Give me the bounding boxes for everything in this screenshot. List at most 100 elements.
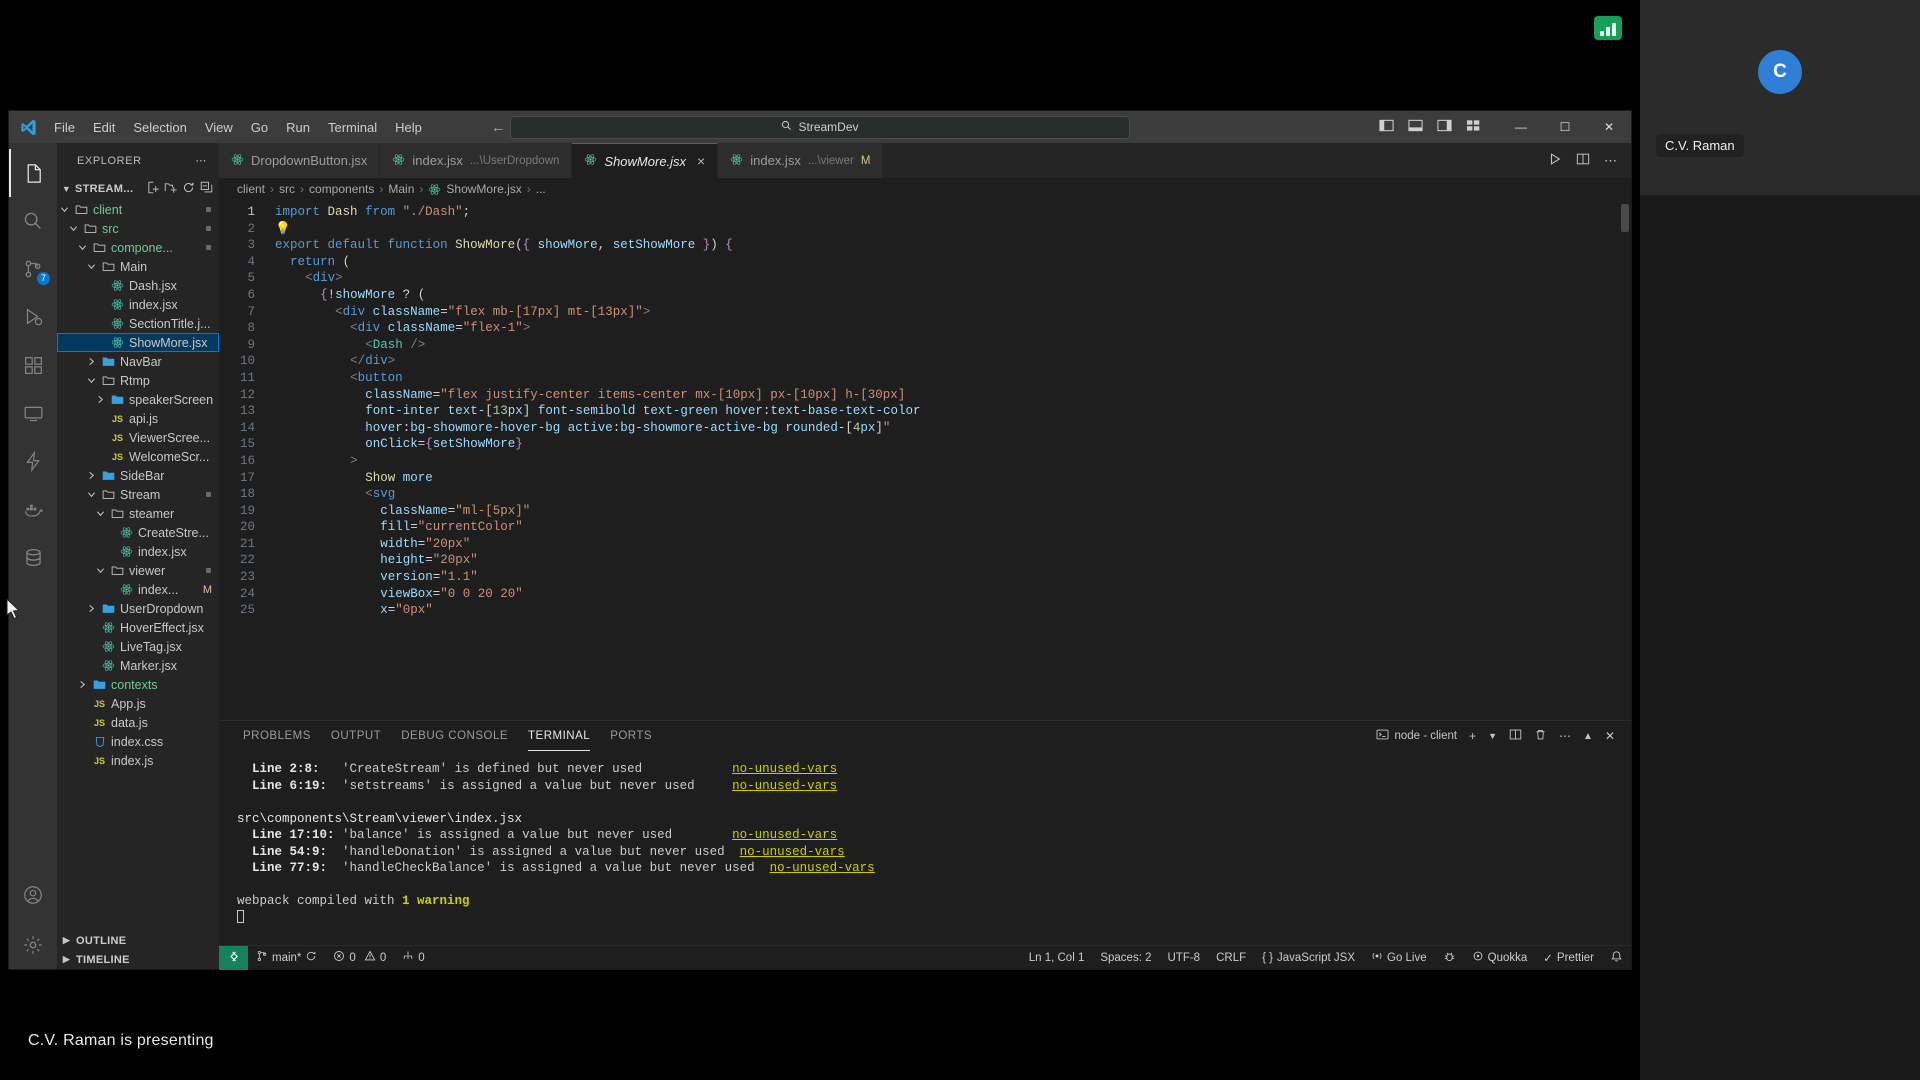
code-line[interactable]: className="flex justify-center items-cen… [275,387,1631,404]
panel-tab-ports[interactable]: PORTS [610,721,652,751]
activitybar-settings[interactable] [9,921,57,969]
close-panel-icon[interactable]: ✕ [1605,729,1615,743]
split-terminal-icon[interactable] [1509,728,1522,744]
maximize-panel-icon[interactable]: ▲ [1583,731,1593,742]
panel-tab-output[interactable]: OUTPUT [331,721,381,751]
tree-item-sidebar[interactable]: SideBar [57,466,219,485]
tree-item-dash-jsx[interactable]: Dash.jsx [57,276,219,295]
collapse-all-icon[interactable] [200,181,213,197]
tree-item-contexts[interactable]: contexts [57,675,219,694]
tree-item-navbar[interactable]: NavBar [57,352,219,371]
tree-item-viewerscree[interactable]: JS ViewerScree... [57,428,219,447]
code-content[interactable]: import Dash from "./Dash"; 💡 export defaul… [265,200,1631,720]
menu-view[interactable]: View [196,117,242,138]
panel-tabs[interactable]: PROBLEMS OUTPUT DEBUG CONSOLE TERMINAL PORTS… [219,721,1631,751]
editor-tab-dropdownbutton-jsx[interactable]: DropdownButton.jsx [219,143,381,178]
panel-tab-terminal[interactable]: TERMINAL [528,721,591,751]
terminal-lint-rule[interactable]: no-unused-vars [732,762,837,776]
code-line[interactable]: hover:bg-showmore-hover-bg active:bg-sho… [275,420,1631,437]
chevron-down-icon[interactable]: ▼ [1488,731,1497,741]
code-line[interactable]: > [275,453,1631,470]
terminal-lint-rule[interactable]: no-unused-vars [770,861,875,875]
breadcrumb-segment[interactable]: client [237,182,265,196]
tree-item-index-jsx[interactable]: index.jsx [57,542,219,561]
menu-edit[interactable]: Edit [84,117,124,138]
code-line[interactable]: <div className="flex mb-[17px] mt-[13px]… [275,304,1631,321]
status-notifications[interactable] [1602,946,1631,970]
breadcrumb[interactable]: client › src › components › Main › ShowMore.jsx ›… [219,178,1631,200]
breadcrumb-segment[interactable]: ... [536,182,546,196]
more-actions-icon[interactable]: ⋯ [1559,729,1571,743]
activitybar-thunder-client[interactable] [9,437,57,485]
new-terminal-icon[interactable]: + [1469,729,1476,743]
code-line[interactable]: </div> [275,353,1631,370]
tree-item-main[interactable]: Main [57,257,219,276]
command-search-bar[interactable]: StreamDev [510,115,1130,139]
activitybar-accounts[interactable] [9,873,57,921]
terminal-lint-rule[interactable]: no-unused-vars [732,828,837,842]
terminal-output[interactable]: Line 2:8: 'CreateStream' is defined but … [219,751,1631,945]
file-tree[interactable]: client src compone... Main Dash.jsx index.jsx… [57,200,219,931]
tree-item-client[interactable]: client [57,200,219,219]
code-line[interactable]: Show more [275,470,1631,487]
menu-run[interactable]: Run [277,117,319,138]
editor-tab-index-jsx[interactable]: index.jsx ...\UserDropdown [380,143,573,178]
terminal-lint-rule[interactable]: no-unused-vars [740,845,845,859]
tree-item-viewer[interactable]: viewer [57,561,219,580]
split-editor-icon[interactable] [1576,152,1590,169]
status-indentation[interactable]: Spaces: 2 [1092,946,1159,970]
tree-item-data-js[interactable]: JS data.js [57,713,219,732]
breadcrumb-segment[interactable]: Main [388,182,414,196]
toggle-primary-sidebar-icon[interactable] [1379,118,1394,136]
participant-tile[interactable]: C C.V. Raman [1640,0,1920,195]
editor-tab-index-jsx[interactable]: index.jsx ...\viewer M [718,143,884,178]
status-quokka[interactable]: Quokka [1464,946,1536,970]
code-line[interactable]: <svg [275,486,1631,503]
code-line[interactable]: <button [275,370,1631,387]
code-line[interactable]: version="1.1" [275,569,1631,586]
refresh-icon[interactable] [182,181,195,197]
tree-item-rtmp[interactable]: Rtmp [57,371,219,390]
new-folder-icon[interactable] [164,181,177,197]
code-line[interactable]: onClick={setShowMore} [275,436,1631,453]
ellipsis-icon[interactable]: ⋯ [195,154,207,167]
tree-item-index-js[interactable]: JS index.js [57,751,219,770]
status-prettier[interactable]: ✓ Prettier [1535,946,1602,970]
breadcrumb-segment[interactable]: src [279,182,295,196]
code-line[interactable]: viewBox="0 0 20 20" [275,586,1631,603]
tree-item-welcomescr[interactable]: JS WelcomeScr... [57,447,219,466]
toggle-secondary-sidebar-icon[interactable] [1437,118,1452,136]
code-line[interactable]: className="ml-[5px]" [275,503,1631,520]
breadcrumb-segment[interactable]: ShowMore.jsx [446,182,521,196]
timeline-section[interactable]: ▶ TIMELINE [57,950,219,969]
close-button[interactable]: ✕ [1587,111,1631,143]
code-line[interactable]: export default function ShowMore({ showM… [275,237,1631,254]
tree-item-src[interactable]: src [57,219,219,238]
arrow-left-icon[interactable]: ← [491,119,506,136]
activitybar-docker[interactable] [9,485,57,533]
tree-item-index[interactable]: index... M [57,580,219,599]
code-line[interactable]: return ( [275,254,1631,271]
status-ports[interactable]: 0 [394,946,432,970]
tree-item-sectiontitle-j[interactable]: SectionTitle.j... [57,314,219,333]
activitybar-search[interactable] [9,197,57,245]
activitybar-explorer[interactable] [9,149,57,197]
editor-scrollbar[interactable] [1619,200,1631,720]
code-line[interactable]: 💡 [275,221,1631,238]
status-bug[interactable] [1435,946,1464,970]
toggle-panel-icon[interactable] [1408,118,1423,136]
tree-item-marker-jsx[interactable]: Marker.jsx [57,656,219,675]
status-cursor-position[interactable]: Ln 1, Col 1 [1021,946,1093,970]
tree-item-compone[interactable]: compone... [57,238,219,257]
tree-item-app-js[interactable]: JS App.js [57,694,219,713]
status-language-mode[interactable]: { } JavaScript JSX [1254,946,1363,970]
activitybar-extensions[interactable] [9,341,57,389]
status-eol[interactable]: CRLF [1208,946,1254,970]
code-line[interactable]: {!showMore ? ( [275,287,1631,304]
kill-terminal-icon[interactable] [1534,728,1547,744]
tree-item-createstre[interactable]: CreateStre... [57,523,219,542]
remote-window-indicator[interactable] [219,945,248,970]
customize-layout-icon[interactable] [1466,118,1481,136]
maximize-button[interactable]: ☐ [1543,111,1587,143]
menu-help[interactable]: Help [386,117,431,138]
